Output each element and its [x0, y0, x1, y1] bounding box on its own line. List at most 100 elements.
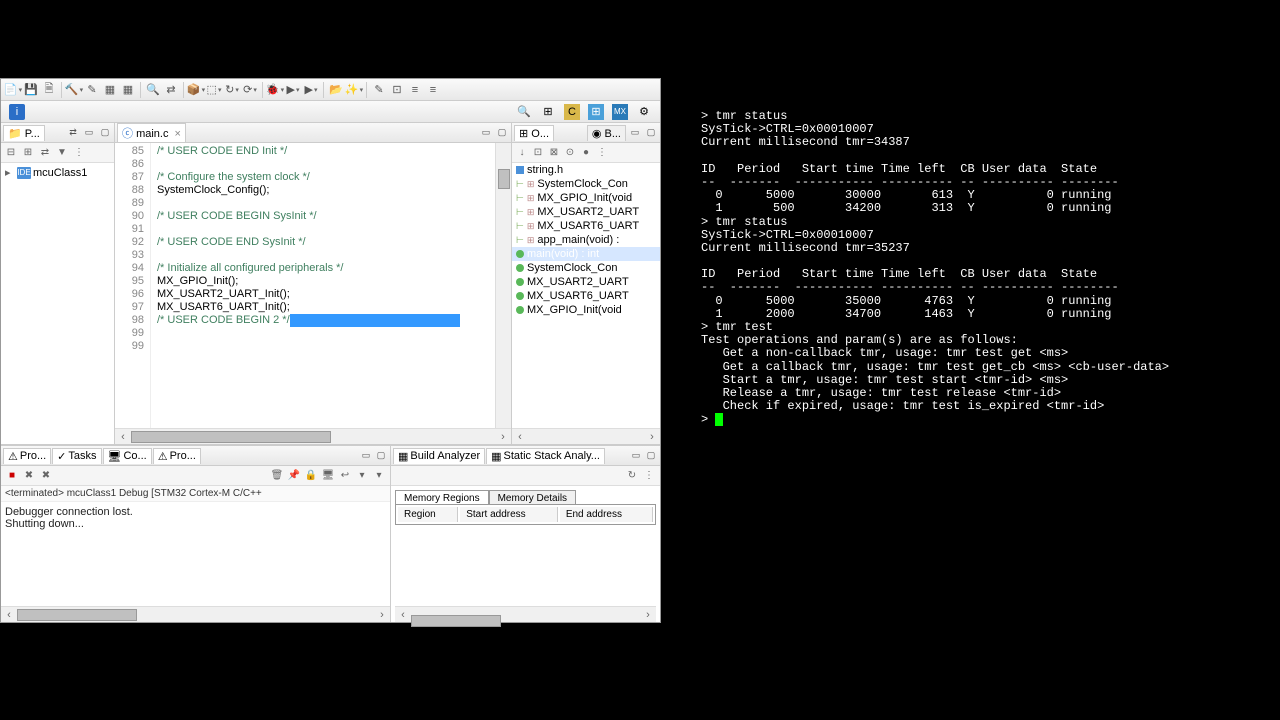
terminate-icon[interactable]: ■	[5, 469, 19, 483]
outline-item[interactable]: ⊢⊞MX_GPIO_Init(void	[512, 191, 660, 205]
refresh-build-icon[interactable]: ↻	[625, 469, 639, 483]
filter4-icon[interactable]: ●	[579, 146, 593, 160]
lock-icon[interactable]: 🔒	[304, 469, 318, 483]
outline-tab[interactable]: ⊞ O...	[514, 125, 554, 141]
menu-icon[interactable]: ⋮	[72, 146, 86, 160]
collapse-all-icon[interactable]: ⊟	[4, 146, 18, 160]
code-line[interactable]	[157, 158, 495, 171]
search2-icon[interactable]: 🔍	[516, 104, 532, 120]
memory-tab[interactable]: Memory Regions	[395, 490, 489, 504]
code-line[interactable]: /* Configure the system clock */	[157, 171, 495, 184]
mx-perspective-icon[interactable]: MX	[612, 104, 628, 120]
code-line[interactable]	[157, 197, 495, 210]
maximize-editor-icon[interactable]: ▢	[495, 126, 509, 140]
code-line[interactable]: MX_USART6_UART_Init();	[157, 301, 495, 314]
memory-scrollbar[interactable]: ‹ ›	[395, 606, 656, 622]
clear-icon[interactable]: 🗑	[270, 469, 284, 483]
code-line[interactable]: /* Initialize all configured peripherals…	[157, 262, 495, 275]
minimize-editor-icon[interactable]: ▭	[479, 126, 493, 140]
tag-icon[interactable]: ⊡	[389, 82, 405, 98]
build-menu-icon[interactable]: ⋮	[642, 469, 656, 483]
settings-perspective-icon[interactable]: ⚙	[636, 104, 652, 120]
display-icon[interactable]: 🖥	[321, 469, 335, 483]
project-tree[interactable]: ▸ IDE mcuClass1	[1, 163, 114, 444]
chip2-icon[interactable]: ▦	[120, 82, 136, 98]
code-line[interactable]: /* USER CODE END Init */	[157, 145, 495, 158]
code-line[interactable]: /* USER CODE END SysInit */	[157, 236, 495, 249]
outline-item[interactable]: MX_USART2_UART	[512, 275, 660, 289]
outline-item[interactable]: ⊢⊞MX_USART2_UART	[512, 205, 660, 219]
folder-open-icon[interactable]: 📂	[328, 82, 344, 98]
min-build-icon[interactable]: ▭	[629, 450, 643, 461]
save-all-icon[interactable]: 🗎	[41, 82, 57, 98]
bottom-tab[interactable]: ⚠Pro...	[3, 448, 51, 464]
c-perspective-icon[interactable]: C	[564, 104, 580, 120]
outline-menu-icon[interactable]: ⋮	[595, 146, 609, 160]
sort-icon[interactable]: ↓	[515, 146, 529, 160]
project-explorer-tab[interactable]: 📁 P...	[3, 125, 45, 141]
bottom-tab[interactable]: ▦Build Analyzer	[393, 448, 485, 464]
outline-item[interactable]: SystemClock_Con	[512, 261, 660, 275]
filter3-icon[interactable]: ⊙	[563, 146, 577, 160]
cube-icon[interactable]: ⬚	[206, 82, 222, 98]
code-line[interactable]	[157, 249, 495, 262]
outline-item[interactable]: ⊢⊞SystemClock_Con	[512, 177, 660, 191]
outline-list[interactable]: string.h⊢⊞SystemClock_Con⊢⊞MX_GPIO_Init(…	[512, 163, 660, 428]
box-icon[interactable]: 📦	[188, 82, 204, 98]
bottom-tab[interactable]: ✓Tasks	[52, 448, 101, 464]
build-tab[interactable]: ◉ B...	[587, 125, 626, 141]
link-editor-icon[interactable]: ⇄	[66, 126, 80, 140]
project-root[interactable]: ▸ IDE mcuClass1	[3, 165, 112, 180]
scroll-right-icon[interactable]: ›	[495, 431, 511, 443]
outline-item[interactable]: main(void) : int	[512, 247, 660, 261]
link-icon[interactable]: ⇄	[38, 146, 52, 160]
chip-icon[interactable]: ▦	[102, 82, 118, 98]
code-line[interactable]: MX_USART2_UART_Init();	[157, 288, 495, 301]
wand2-icon[interactable]: ✨	[346, 82, 362, 98]
editor-tab[interactable]: ⓒ main.c ×	[117, 123, 186, 142]
maximize-view-icon[interactable]: ▢	[98, 126, 112, 140]
filter2-icon[interactable]: ⊠	[547, 146, 561, 160]
max-console-icon[interactable]: ▢	[374, 450, 388, 461]
code-editor[interactable]: /* USER CODE END Init */ /* Configure the…	[151, 143, 495, 428]
list2-icon[interactable]: ≡	[425, 82, 441, 98]
code-line[interactable]: SystemClock_Config();	[157, 184, 495, 197]
new-icon[interactable]: 📄	[5, 82, 21, 98]
code-line[interactable]	[157, 223, 495, 236]
outline-item[interactable]: string.h	[512, 163, 660, 177]
console-output[interactable]: Debugger connection lost.Shutting down..…	[1, 502, 390, 606]
debug-icon[interactable]: 🐞	[267, 82, 283, 98]
info-icon[interactable]: i	[9, 104, 25, 120]
filter-icon[interactable]: ▼	[55, 146, 69, 160]
close-tab-icon[interactable]: ×	[175, 128, 181, 140]
outline-item[interactable]: ⊢⊞app_main(void) :	[512, 233, 660, 247]
filter1-icon[interactable]: ⊡	[531, 146, 545, 160]
min-console-icon[interactable]: ▭	[359, 450, 373, 461]
run-ext-icon[interactable]: ▶	[303, 82, 319, 98]
link-icon[interactable]: ⇄	[163, 82, 179, 98]
run-icon[interactable]: ▶	[285, 82, 301, 98]
max-build-icon[interactable]: ▢	[644, 450, 658, 461]
minimize-view-icon[interactable]: ▭	[82, 126, 96, 140]
build-icon[interactable]: 🔨	[66, 82, 82, 98]
outline-item[interactable]: ⊢⊞MX_USART6_UART	[512, 219, 660, 233]
code-line[interactable]: /* USER CODE BEGIN 2 */	[157, 314, 495, 327]
remove-icon[interactable]: ✖	[22, 469, 36, 483]
list-icon[interactable]: ≡	[407, 82, 423, 98]
debug-perspective-icon[interactable]: ⊞	[588, 104, 604, 120]
pin-icon[interactable]: 📌	[287, 469, 301, 483]
serial-terminal[interactable]: > tmr status SysTick->CTRL=0x00010007 Cu…	[661, 0, 1280, 720]
code-line[interactable]: /* USER CODE BEGIN SysInit */	[157, 210, 495, 223]
open-perspective-icon[interactable]: ⊞	[540, 104, 556, 120]
refresh-icon[interactable]: ↻	[224, 82, 240, 98]
editor-vertical-scrollbar[interactable]	[495, 143, 511, 428]
expand-icon[interactable]: ⊞	[21, 146, 35, 160]
minimize-outline-icon[interactable]: ▭	[628, 126, 642, 140]
outline-item[interactable]: MX_USART6_UART	[512, 289, 660, 303]
open-console-icon[interactable]: ▾	[355, 469, 369, 483]
sync-icon[interactable]: ⟳	[242, 82, 258, 98]
save-icon[interactable]: 💾	[23, 82, 39, 98]
search-icon[interactable]: 🔍	[145, 82, 161, 98]
editor-horizontal-scrollbar[interactable]: ‹ ›	[115, 428, 511, 444]
wrap-icon[interactable]: ↩	[338, 469, 352, 483]
